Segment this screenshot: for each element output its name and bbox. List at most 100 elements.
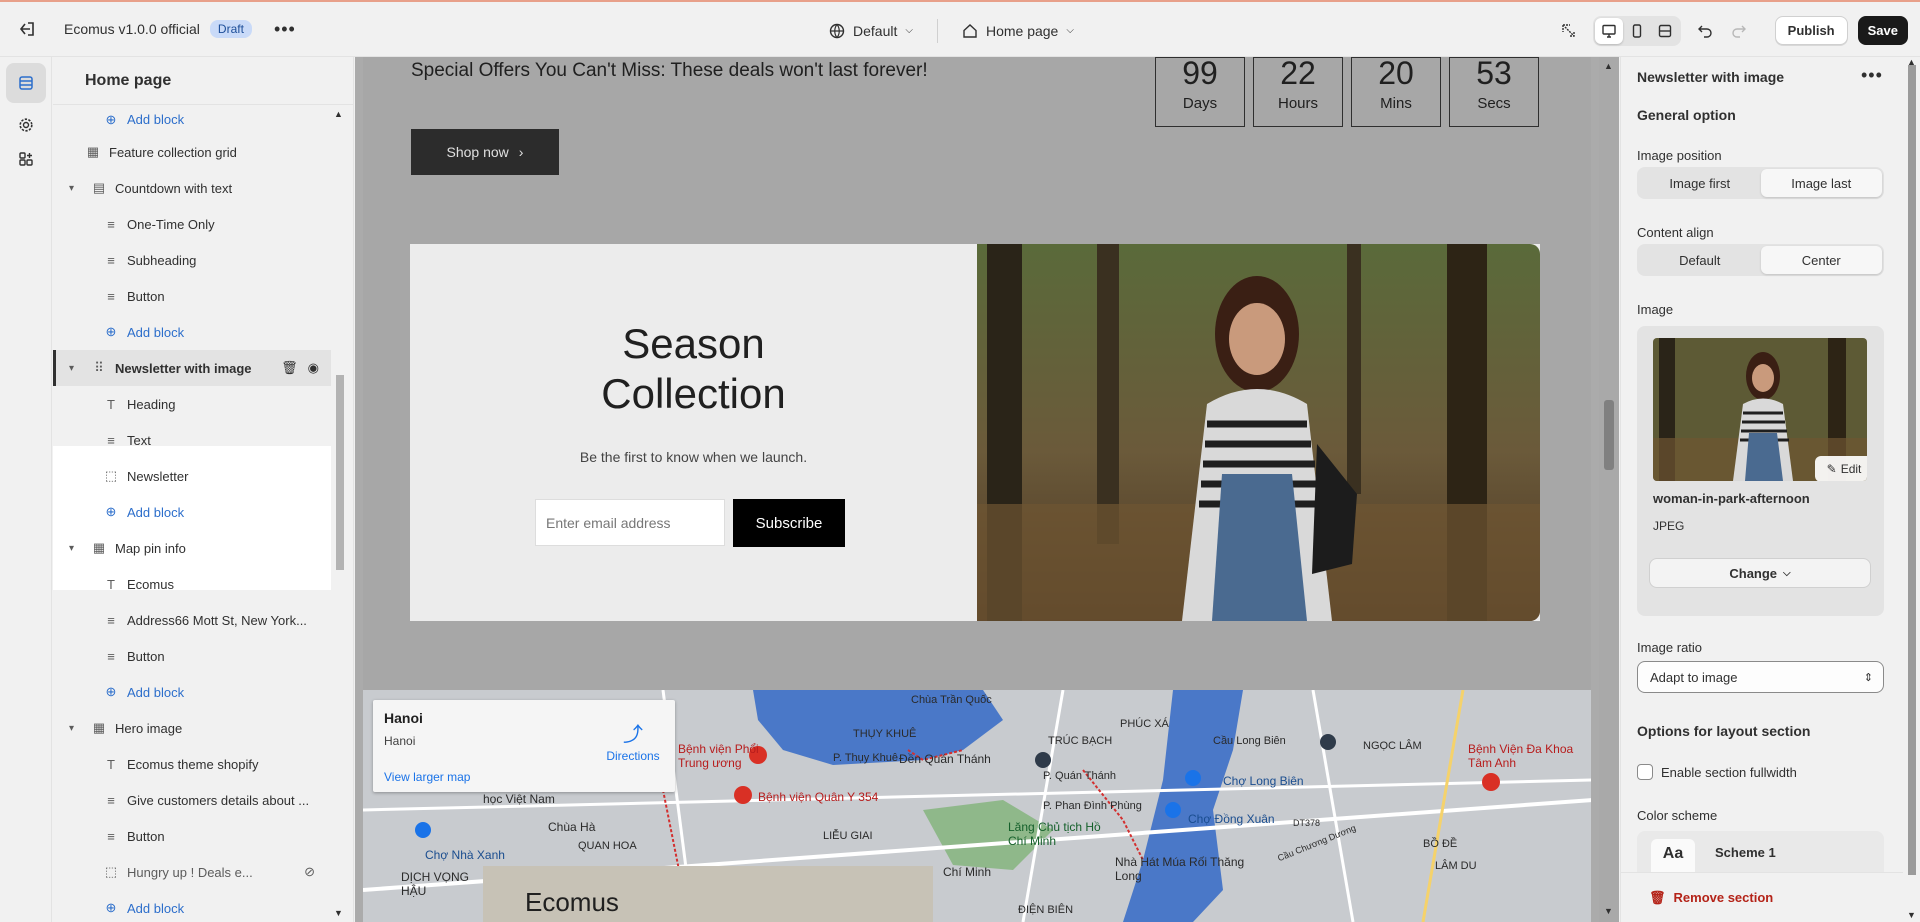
map-label: P. Quán Thánh (1043, 770, 1116, 782)
scroll-down-icon[interactable]: ▼ (334, 908, 343, 918)
gear-icon[interactable] (6, 109, 46, 141)
top-bar: Ecomus v1.0.0 official Draft ••• Default… (0, 0, 1920, 57)
block-item[interactable]: ≡ One-Time Only (53, 206, 331, 242)
map-label: Chùa Hà (548, 820, 596, 834)
panel-scrollbar[interactable]: ▲ ▼ (333, 105, 347, 922)
edit-image-button[interactable]: ✎ Edit (1815, 456, 1867, 481)
block-item[interactable]: ≡ Button (53, 278, 331, 314)
image-ratio-select[interactable]: Adapt to image ⇕ (1637, 661, 1884, 693)
scheme-name: Scheme 1 (1715, 845, 1776, 860)
eye-off-icon[interactable]: ⊘ (304, 864, 315, 880)
add-block-button[interactable]: ⊕ Add block (53, 890, 331, 922)
shop-now-button[interactable]: Shop now › (411, 129, 559, 175)
email-field[interactable]: Enter email address (535, 499, 725, 546)
block-item[interactable]: ≡ Subheading (53, 242, 331, 278)
select-caret-icon: ⇕ (1863, 671, 1873, 684)
scroll-down-icon[interactable]: ▼ (1907, 910, 1916, 920)
chevron-down-icon[interactable]: ▾ (69, 543, 83, 554)
block-item[interactable]: ≡ Give customers details about ... (53, 782, 331, 818)
add-block-button[interactable]: ⊕ Add block (53, 105, 331, 134)
change-image-button[interactable]: Change ⌵ (1649, 558, 1871, 588)
add-block-button[interactable]: ⊕ Add block (53, 674, 331, 710)
image-first-option[interactable]: Image first (1639, 169, 1761, 197)
subscribe-button[interactable]: Subscribe (733, 499, 845, 547)
block-item[interactable]: ≡ Text (53, 422, 331, 458)
countdown-timer: 99 Days 22 Hours 20 Mins 53 Secs (1155, 57, 1539, 127)
page-select[interactable]: Home page ⌵ (938, 2, 1098, 59)
color-scheme-label: Color scheme (1637, 808, 1718, 823)
add-block-button[interactable]: ⊕ Add block (53, 494, 331, 530)
block-item[interactable]: T Heading (53, 386, 331, 422)
text-lines-icon: ≡ (107, 216, 115, 232)
directions-button[interactable]: ⤴ Directions (603, 718, 663, 763)
section-item[interactable]: ▾ ▤ Countdown with text (53, 170, 331, 206)
remove-section-button[interactable]: 🗑 Remove section (1621, 872, 1903, 922)
text-lines-icon: ≡ (107, 828, 115, 844)
chevron-down-icon[interactable]: ▾ (69, 723, 83, 734)
block-item[interactable]: ≡ Address66 Mott St, New York... (53, 602, 331, 638)
section-item[interactable]: ▾ ▦ Hero image (53, 710, 331, 746)
map-label: học Việt Nam (483, 792, 555, 806)
view-larger-map-link[interactable]: View larger map (384, 770, 470, 784)
scrollbar-thumb[interactable] (1604, 400, 1614, 470)
fullscreen-icon[interactable] (1651, 18, 1679, 44)
sections-icon[interactable] (6, 63, 46, 103)
preview-scrollbar[interactable]: ▲ ▼ (1599, 57, 1619, 922)
block-item-hidden[interactable]: ⬚ Hungry up ! Deals e... ⊘ (53, 854, 331, 890)
chevron-down-icon[interactable]: ▾ (69, 183, 83, 194)
align-center-option[interactable]: Center (1760, 246, 1882, 274)
add-block-button[interactable]: ⊕ Add block (53, 314, 331, 350)
countdown-days: 99 Days (1155, 57, 1245, 127)
scroll-up-icon[interactable]: ▲ (1604, 61, 1613, 71)
settings-scrollbar[interactable]: ▲ ▼ (1904, 57, 1920, 922)
apps-icon[interactable] (6, 143, 46, 175)
map-section[interactable]: Chùa Trần Quốc THỤY KHUÊ PHÚC XÁ TRÚC BẠ… (363, 690, 1591, 922)
block-item[interactable]: ≡ Button (53, 818, 331, 854)
newsletter-content: Season Collection Be the first to know w… (410, 244, 977, 621)
theme-select[interactable]: Default ⌵ (805, 2, 937, 59)
map-place-subtitle: Hanoi (384, 734, 416, 748)
align-default-option[interactable]: Default (1639, 246, 1761, 274)
desktop-icon[interactable] (1594, 17, 1623, 44)
more-options-icon[interactable]: ••• (274, 19, 296, 40)
newsletter-section[interactable]: Season Collection Be the first to know w… (410, 244, 1540, 621)
text-lines-icon: ≡ (107, 612, 115, 628)
status-badge: Draft (209, 20, 252, 38)
map-label: DT378 (1293, 818, 1321, 828)
home-icon (963, 23, 977, 38)
image-last-option[interactable]: Image last (1760, 169, 1882, 197)
scroll-down-icon[interactable]: ▼ (1604, 906, 1613, 916)
globe-icon (829, 23, 845, 38)
trash-icon[interactable]: 🗑 (281, 360, 298, 376)
block-item[interactable]: T Ecomus theme shopify (53, 746, 331, 782)
block-item[interactable]: ≡ Button (53, 638, 331, 674)
chevron-down-icon[interactable]: ▾ (69, 363, 83, 374)
undo-icon[interactable] (1691, 17, 1719, 45)
scroll-up-icon[interactable]: ▲ (334, 109, 343, 119)
eye-icon[interactable]: ◉ (308, 360, 319, 376)
block-item[interactable]: T Ecomus (53, 566, 331, 602)
more-options-icon[interactable]: ••• (1861, 65, 1883, 86)
section-item-selected[interactable]: ▾ ⠿ Newsletter with image 🗑 ◉ (53, 350, 331, 386)
heading-icon: T (107, 396, 115, 412)
publish-button[interactable]: Publish (1774, 16, 1848, 45)
inspector-icon[interactable] (1555, 17, 1583, 45)
section-item[interactable]: ▾ ▦ Map pin info (53, 530, 331, 566)
mobile-icon[interactable] (1623, 18, 1651, 44)
save-button[interactable]: Save (1857, 16, 1908, 45)
heading-icon: T (107, 756, 115, 772)
block-item[interactable]: ⬚ Newsletter (53, 458, 331, 494)
image-icon: ▦ (92, 720, 106, 735)
map-label: ĐIỆN BIÊN (1018, 904, 1074, 916)
fullwidth-checkbox[interactable] (1637, 764, 1653, 780)
scrollbar-thumb[interactable] (1908, 65, 1916, 875)
newsletter-image (977, 244, 1540, 621)
redo-icon[interactable] (1725, 17, 1753, 45)
exit-icon[interactable] (0, 2, 54, 56)
trash-icon: 🗑 (1649, 889, 1666, 905)
fullwidth-checkbox-row[interactable]: Enable section fullwidth (1637, 764, 1797, 780)
drag-handle-icon[interactable]: ⠿ (91, 360, 107, 376)
image-thumbnail[interactable]: ✎ Edit (1653, 338, 1867, 481)
scrollbar-thumb[interactable] (336, 375, 344, 570)
section-item[interactable]: ▦ Feature collection grid (53, 134, 331, 170)
